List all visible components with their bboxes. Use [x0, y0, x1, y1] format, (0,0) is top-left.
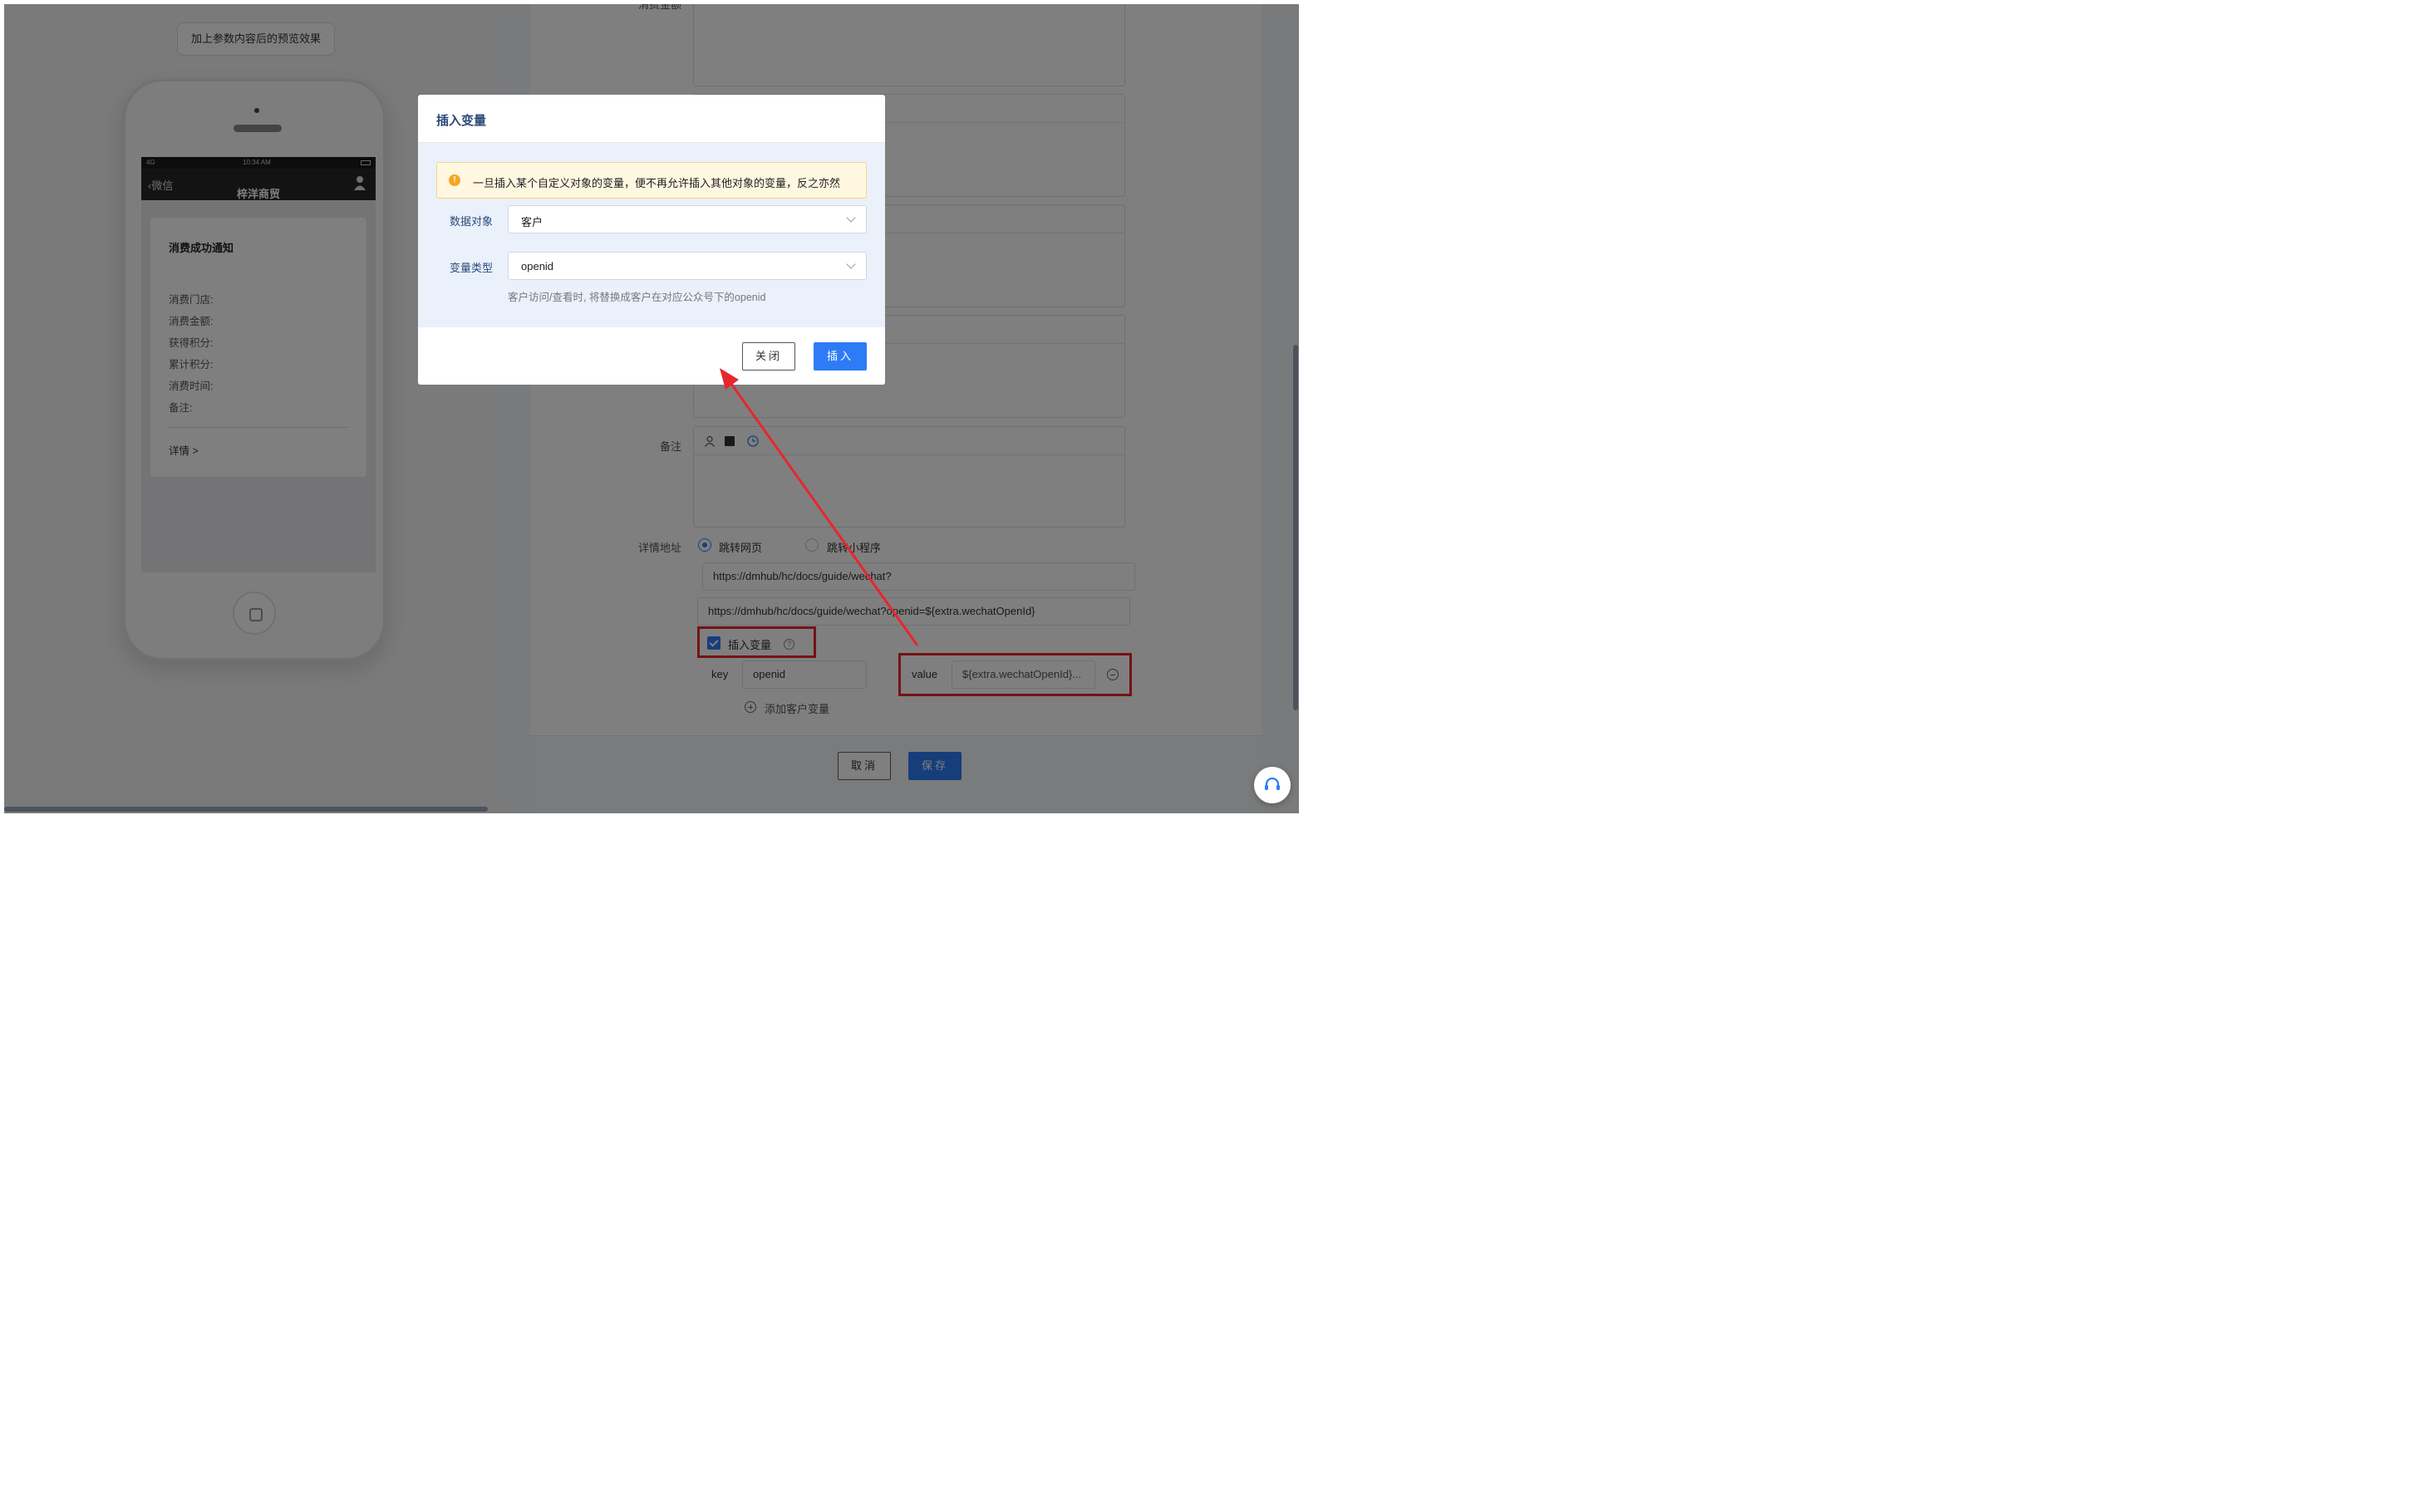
data-object-select[interactable]: 客户: [508, 205, 867, 233]
close-button[interactable]: 关闭: [742, 342, 795, 371]
warning-alert: ! 一旦插入某个自定义对象的变量，便不再允许插入其他对象的变量，反之亦然: [436, 162, 867, 199]
var-type-value: openid: [521, 260, 554, 272]
chevron-down-icon: [846, 259, 856, 269]
var-type-select[interactable]: openid: [508, 252, 867, 280]
alert-text: 一旦插入某个自定义对象的变量，便不再允许插入其他对象的变量，反之亦然: [473, 177, 841, 189]
headset-icon: [1265, 777, 1280, 790]
var-type-hint: 客户访问/查看时, 将替换成客户在对应公众号下的openid: [508, 292, 766, 303]
data-object-value: 客户: [521, 216, 543, 228]
insert-variable-modal: 插入变量 ! 一旦插入某个自定义对象的变量，便不再允许插入其他对象的变量，反之亦…: [418, 95, 885, 385]
insert-button[interactable]: 插入: [814, 342, 867, 371]
modal-footer: 关闭 插入: [418, 327, 885, 385]
var-type-label: 变量类型: [449, 262, 493, 274]
support-button[interactable]: [1254, 767, 1291, 803]
modal-body: ! 一旦插入某个自定义对象的变量，便不再允许插入其他对象的变量，反之亦然 数据对…: [418, 143, 885, 327]
warning-icon: !: [449, 174, 460, 186]
modal-header: 插入变量: [418, 95, 885, 143]
chevron-down-icon: [846, 213, 856, 223]
app-window: 加上参数内容后的预览效果 4G 10:34 AM ‹微信 梓洋商贸 消费成功通知…: [4, 4, 1299, 813]
data-object-label: 数据对象: [449, 215, 493, 228]
modal-title: 插入变量: [436, 114, 487, 128]
